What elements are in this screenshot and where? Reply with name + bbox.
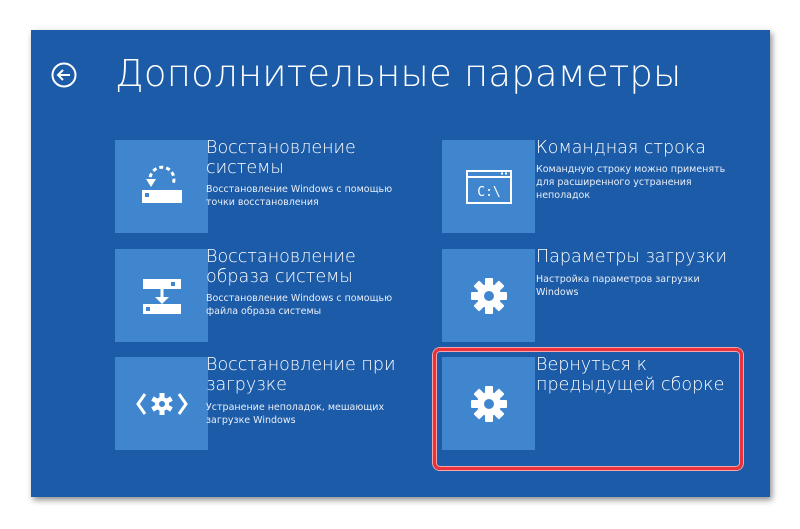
option-description: Восстановление Windows с помощью точки в… (206, 184, 393, 208)
option-description: Восстановление Windows с помощью файла о… (206, 293, 393, 317)
startup-settings-tile[interactable] (442, 249, 535, 342)
system-image-recovery-icon (142, 278, 181, 314)
system-restore-icon (141, 165, 182, 203)
startup-repair-tile[interactable] (115, 357, 208, 450)
option-title: Восстановление системы (206, 138, 356, 178)
command-prompt-icon: C:\ (465, 169, 512, 204)
selection-highlight (433, 348, 743, 470)
option-title: Восстановление образа системы (206, 247, 356, 287)
page-title: Дополнительные параметры (115, 52, 682, 95)
system-restore-tile[interactable] (115, 140, 208, 233)
back-arrow-icon[interactable] (50, 61, 78, 89)
command-prompt-text: C:\ (477, 185, 500, 200)
option-description: Командную строку можно применять для рас… (536, 164, 726, 201)
option-title: Командная строка (536, 138, 706, 158)
option-description: Устранение неполадок, мешающих загрузке … (206, 402, 385, 426)
option-title: Восстановление при загрузке (206, 355, 396, 395)
advanced-options-screen: Дополнительные параметры Восстановление … (31, 30, 770, 497)
startup-repair-icon (135, 392, 188, 415)
command-prompt-tile[interactable]: C:\ (442, 140, 535, 233)
option-description: Настройка параметров загрузки Windows (536, 274, 700, 298)
option-title: Параметры загрузки (536, 247, 727, 267)
system-image-recovery-tile[interactable] (115, 249, 208, 342)
gear-icon (470, 277, 507, 314)
